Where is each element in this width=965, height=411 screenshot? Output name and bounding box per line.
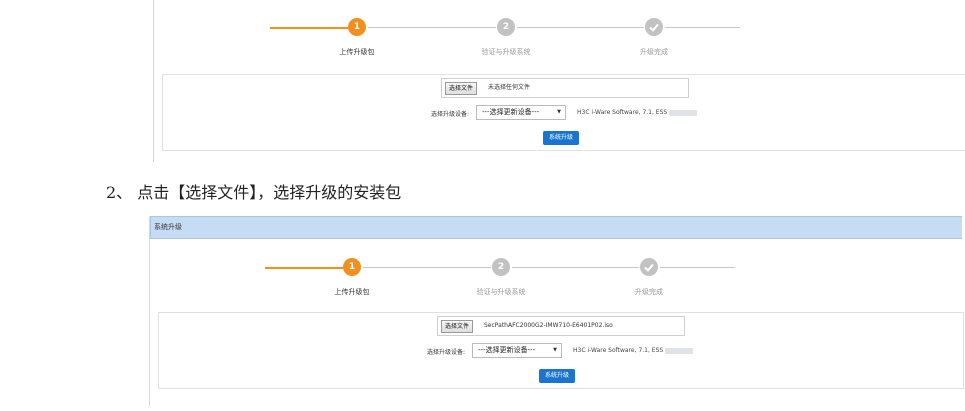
step-1-label: 上传升级包 [339,48,375,56]
redacted-version [665,347,694,354]
device-select[interactable]: ---选择更新设备--- ▼ [476,105,566,120]
step-2-indicator: 2 [497,18,515,36]
stepper-line-1-2 [368,27,496,28]
file-input[interactable]: 选择文件 未选择任何文件 [441,78,689,98]
choose-file-button[interactable]: 选择文件 [445,82,478,95]
stepper-line-1-2 [363,267,491,268]
step-2-indicator: 2 [492,258,510,276]
redacted-version [669,109,698,116]
stepper-line-3-right [660,267,735,268]
step-3-label: 升级完成 [635,288,663,296]
system-upgrade-button[interactable]: 系统升级 [543,131,580,145]
device-label: 选择升级设备: [431,111,470,118]
stepper-line-1-left [265,266,343,269]
dropdown-arrow-icon: ▼ [557,109,561,115]
device-info: H3C i-Ware Software, 7.1, ESS [577,109,698,116]
step-1-label: 上传升级包 [334,288,370,296]
upgrade-stepper: 1 2 上传升级包 验证与升级系统 升级完成 [270,18,740,68]
step-3-label: 升级完成 [640,48,668,56]
device-info: H3C i-Ware Software, 7.1, ESS [573,347,694,354]
step-1-indicator: 1 [348,18,366,36]
stepper-line-2-3 [517,27,644,28]
button-row: 系统升级 [158,364,964,389]
instruction-text: 2、 点击【选择文件】，选择升级的安装包 [106,183,402,202]
file-row: 选择文件 SecPathAFC2000G2-IMW710-E6401P02.is… [158,312,964,340]
system-upgrade-button[interactable]: 系统升级 [539,369,576,383]
step-2-label: 验证与升级系统 [476,288,526,296]
device-row: 选择升级设备: ---选择更新设备--- ▼ H3C i-Ware Softwa… [162,100,965,127]
device-row: 选择升级设备: ---选择更新设备--- ▼ H3C i-Ware Softwa… [158,338,964,365]
file-input[interactable]: 选择文件 SecPathAFC2000G2-IMW710-E6401P02.is… [437,316,685,336]
dropdown-arrow-icon: ▼ [553,347,557,353]
file-row: 选择文件 未选择任何文件 [162,74,965,102]
button-row: 系统升级 [162,126,965,151]
check-icon [645,18,663,36]
upgrade-panel-bottom: 系统升级 1 2 上传升级包 验证与升级系统 升级完成 选择文件 SecPath… [149,216,964,406]
device-label: 选择升级设备: [427,349,466,356]
device-select[interactable]: ---选择更新设备--- ▼ [472,343,562,358]
upgrade-panel-top: 1 2 上传升级包 验证与升级系统 升级完成 选择文件 未选择任何文件 选择升级… [153,0,965,162]
step-2-label: 验证与升级系统 [481,48,531,56]
stepper-line-3-right [665,27,740,28]
upgrade-stepper: 1 2 上传升级包 验证与升级系统 升级完成 [265,258,735,308]
device-info-text: H3C i-Ware Software, 7.1, ESS [573,347,664,354]
check-icon [640,258,658,276]
device-select-value: ---选择更新设备--- [482,108,540,116]
device-info-text: H3C i-Ware Software, 7.1, ESS [577,109,668,116]
choose-file-button[interactable]: 选择文件 [441,320,474,333]
file-name-text: 未选择任何文件 [488,84,531,91]
file-name-text: SecPathAFC2000G2-IMW710-E6401P02.iso [484,322,613,329]
device-select-value: ---选择更新设备--- [478,346,536,354]
stepper-line-1-left [270,26,348,29]
stepper-line-2-3 [512,267,639,268]
step-1-indicator: 1 [343,258,361,276]
panel-header: 系统升级 [150,216,962,239]
